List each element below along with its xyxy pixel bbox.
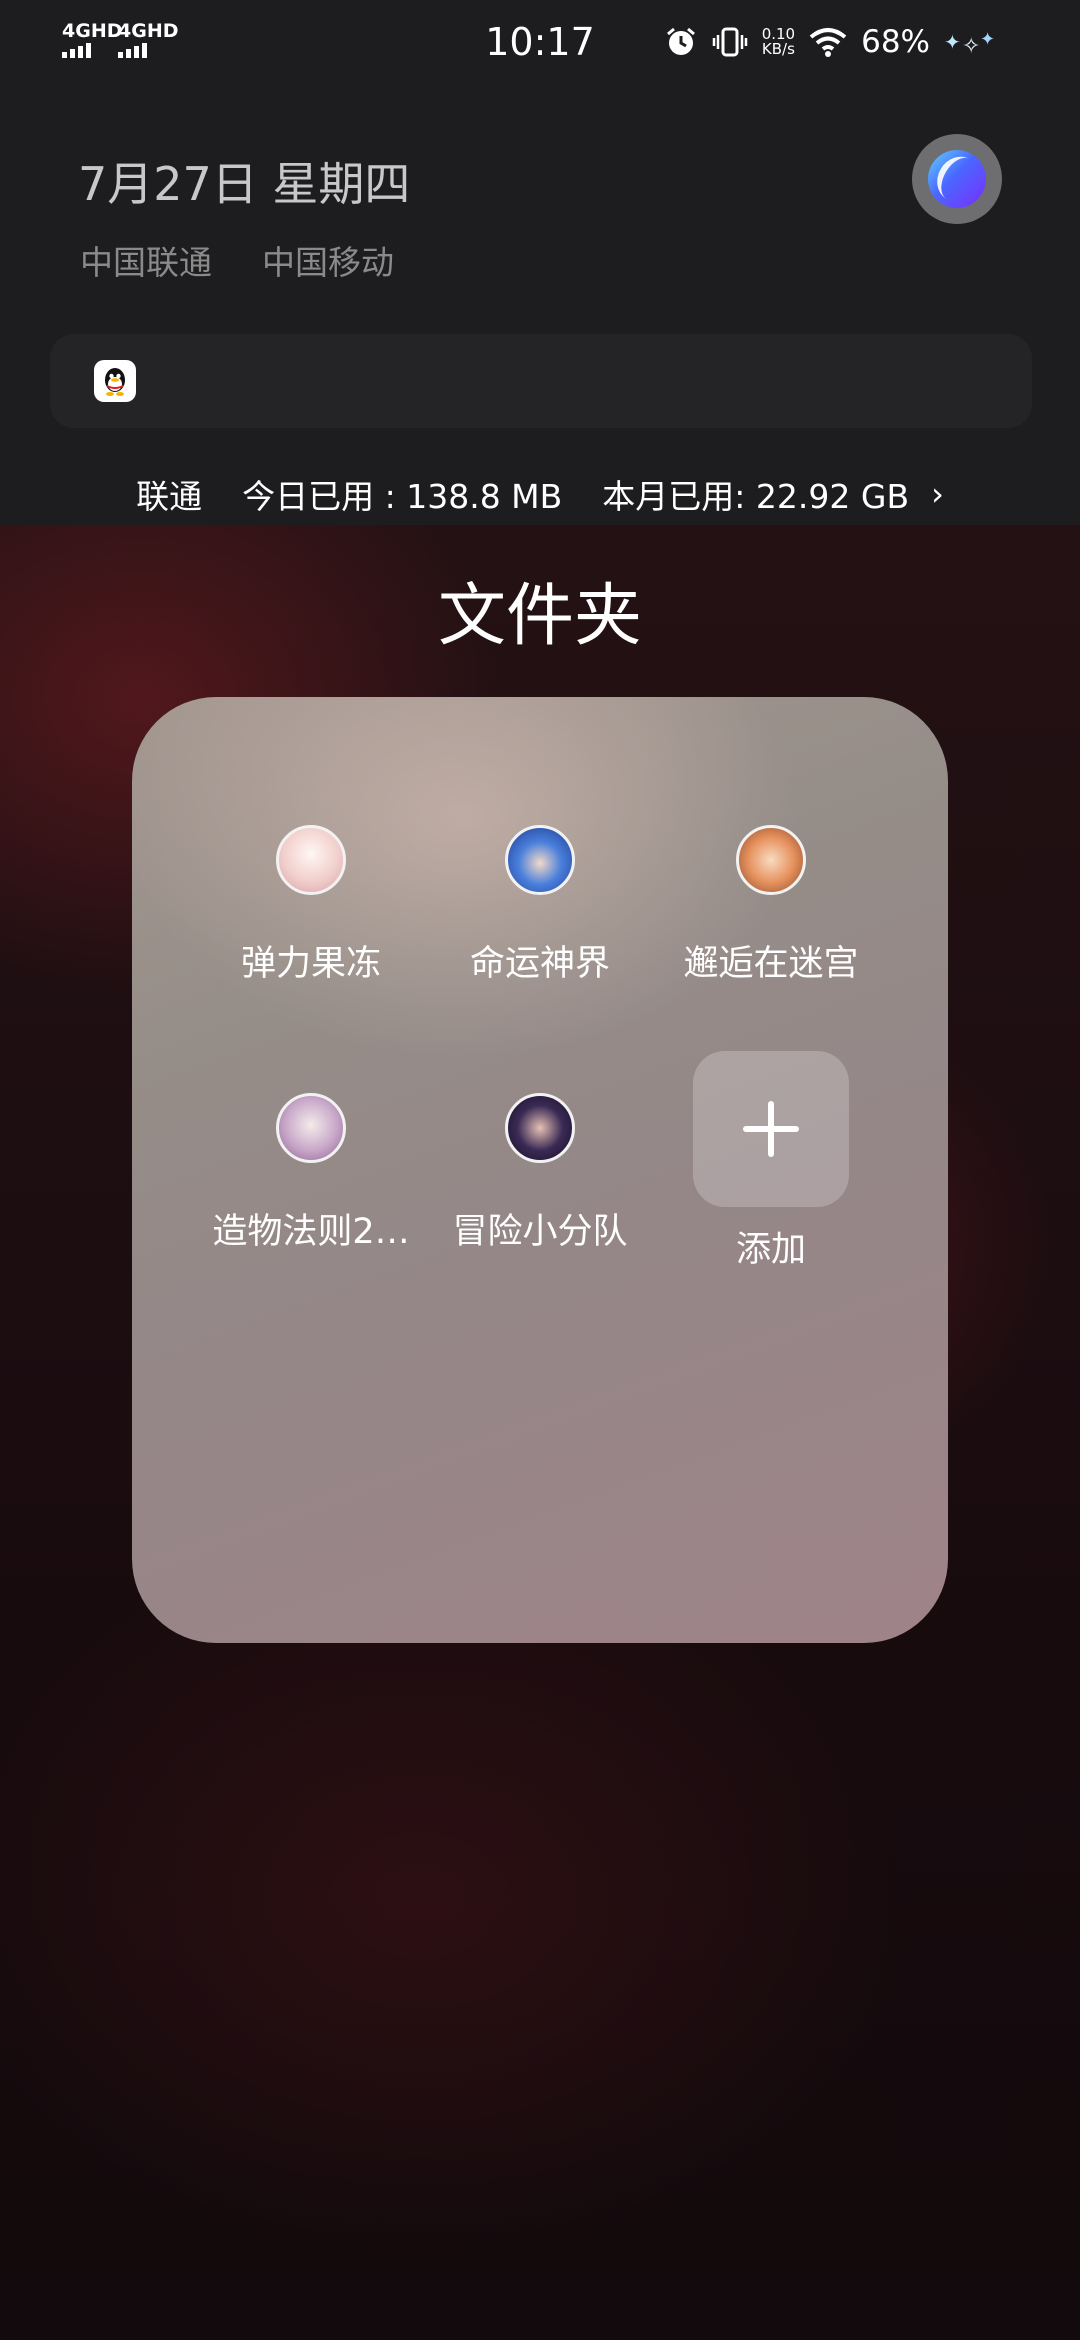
svg-text:✦: ✦ xyxy=(980,29,995,50)
wifi-icon xyxy=(809,28,847,57)
app-label: 邂逅在迷宫 xyxy=(683,944,859,984)
qq-icon xyxy=(94,360,136,402)
app-label: 造物法则2… xyxy=(212,1212,410,1252)
status-icons: 0.10 KB/s 68% ✦ ✧ ✦ xyxy=(664,22,1000,62)
anime-girl-white-hair-icon xyxy=(276,825,346,895)
plus-icon xyxy=(693,1051,849,1207)
network-speed: 0.10 KB/s xyxy=(762,27,795,57)
folder-panel: 弹力果冻 命运神界 邂逅在迷宫 造物法则2… 冒险小分队 添加 xyxy=(132,697,948,1643)
anime-girl-orange-hair-icon xyxy=(736,825,806,895)
app-maoxian-xiaofendui[interactable]: 冒险小分队 xyxy=(420,1093,660,1254)
data-usage-today: 今日已用 : 138.8 MB xyxy=(242,477,563,516)
add-app-button[interactable]: 添加 xyxy=(651,1051,891,1272)
anime-girl-dark-hair-icon xyxy=(505,1093,575,1163)
svg-text:✦: ✦ xyxy=(944,30,961,54)
carrier-name: 中国联通 xyxy=(80,243,212,282)
folder-title[interactable]: 文件夹 xyxy=(0,560,1080,659)
app-xiehou-migong[interactable]: 邂逅在迷宫 xyxy=(651,825,891,986)
data-usage-month: 本月已用: 22.92 GB xyxy=(602,477,910,516)
carrier-list: 中国联通 中国移动 xyxy=(80,236,394,284)
carrier-name: 中国移动 xyxy=(262,243,394,282)
alarm-icon xyxy=(666,27,695,55)
app-label: 命运神界 xyxy=(469,944,610,984)
notification-sparkle-icon: ✦ ✧ ✦ xyxy=(944,29,995,57)
assistant-button[interactable] xyxy=(912,134,1002,224)
battery-level: 68% xyxy=(861,24,930,60)
vibrate-icon xyxy=(712,27,747,57)
notification-shade: 4GHD 4GHD 10:17 0.10 KB/s 68% ✦ ✧ ✦ 7月27… xyxy=(0,0,1080,525)
app-zaowu-faze-2[interactable]: 造物法则2… xyxy=(191,1093,431,1254)
notification-card[interactable] xyxy=(50,334,1032,428)
add-label: 添加 xyxy=(735,1230,806,1270)
app-label: 冒险小分队 xyxy=(452,1212,628,1252)
data-usage-carrier: 联通 xyxy=(136,477,203,516)
svg-text:✧: ✧ xyxy=(962,34,980,57)
status-bar: 4GHD 4GHD 10:17 0.10 KB/s 68% ✦ ✧ ✦ xyxy=(0,0,1080,84)
app-label: 弹力果冻 xyxy=(240,944,381,984)
chevron-right-icon: › xyxy=(931,475,944,513)
app-tannli-guodong[interactable]: 弹力果冻 xyxy=(191,825,431,986)
anime-girl-silver-hair-icon xyxy=(276,1093,346,1163)
assistant-icon xyxy=(928,150,986,208)
shade-date: 7月27日 星期四 xyxy=(78,157,411,211)
network-speed-unit: KB/s xyxy=(761,40,795,58)
app-mingyun-shenjie[interactable]: 命运神界 xyxy=(420,825,660,986)
data-usage-row[interactable]: 联通 今日已用 : 138.8 MB 本月已用: 22.92 GB › xyxy=(0,470,1080,518)
anime-girl-blue-hair-icon xyxy=(505,825,575,895)
